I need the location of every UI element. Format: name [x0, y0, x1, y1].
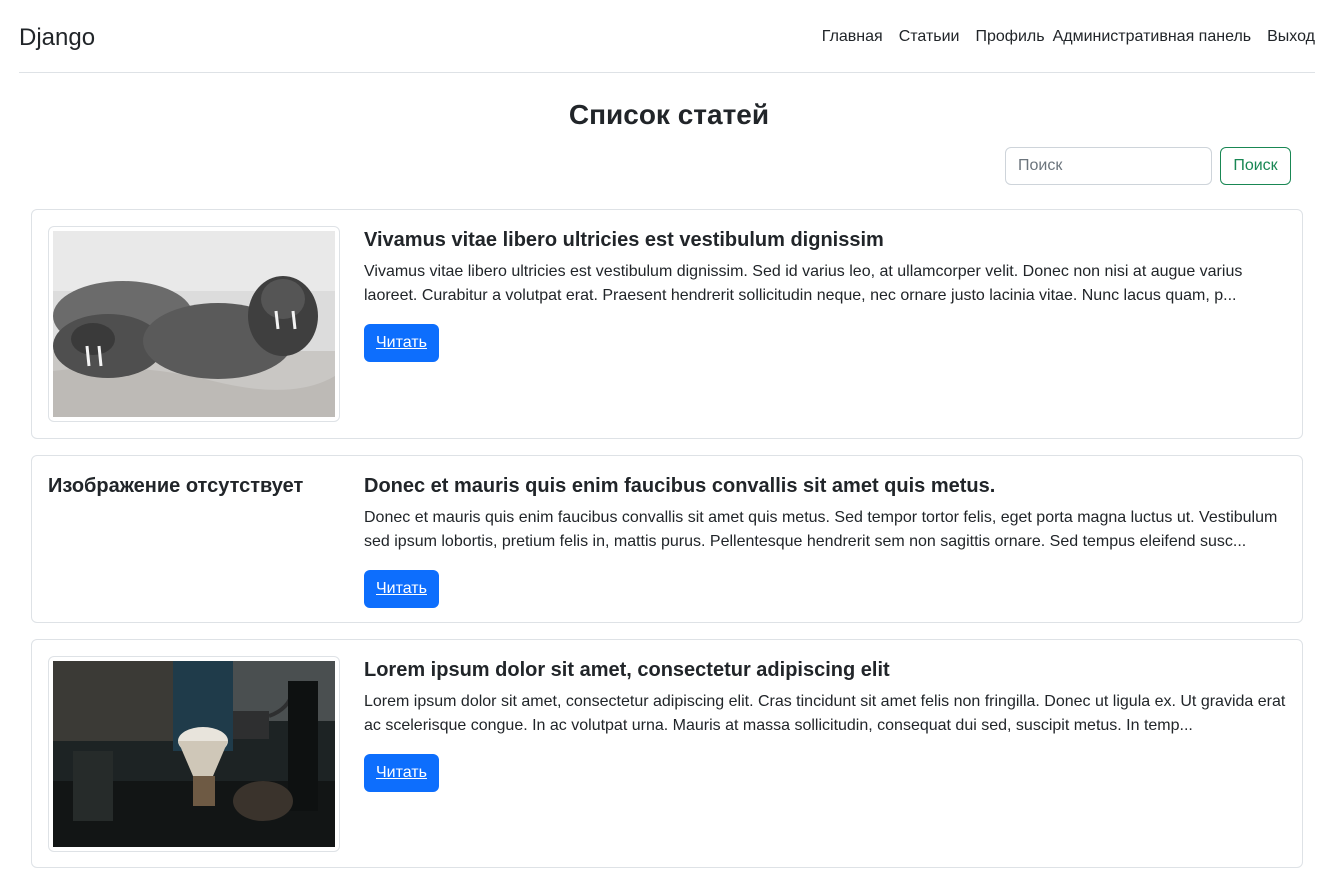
- article-title: Vivamus vitae libero ultricies est vesti…: [364, 229, 884, 251]
- article-body: Donec et mauris quis enim faucibus conva…: [364, 474, 1288, 608]
- walrus-image: [53, 231, 335, 417]
- read-button[interactable]: Читать: [364, 570, 439, 608]
- brand-link[interactable]: Django: [19, 24, 95, 52]
- nav-link-home[interactable]: Главная: [814, 27, 891, 47]
- nav-link-articles[interactable]: Статьии: [891, 27, 968, 47]
- search-form: Поиск: [1005, 147, 1291, 185]
- article-excerpt: Lorem ipsum dolor sit amet, consectetur …: [364, 693, 1286, 734]
- article-card: Lorem ipsum dolor sit amet, consectetur …: [31, 639, 1303, 868]
- nav-link-profile[interactable]: Профиль: [968, 27, 1049, 47]
- article-card: Изображение отсутствует Donec et mauris …: [31, 455, 1303, 623]
- article-excerpt: Vivamus vitae libero ultricies est vesti…: [364, 263, 1243, 304]
- read-button[interactable]: Читать: [364, 754, 439, 792]
- read-button[interactable]: Читать: [364, 324, 439, 362]
- search-button[interactable]: Поиск: [1220, 147, 1291, 185]
- article-title: Lorem ipsum dolor sit amet, consectetur …: [364, 659, 890, 681]
- article-thumbnail: [48, 226, 340, 422]
- page-title: Список статей: [568, 99, 770, 130]
- article-body: Lorem ipsum dolor sit amet, consectetur …: [364, 658, 1288, 792]
- nav-link-admin-panel[interactable]: Административная панель: [1049, 27, 1260, 47]
- nav-links: Главная Статьии Профиль Административная…: [814, 27, 1315, 47]
- navbar: Django Главная Статьии Профиль Администр…: [19, 0, 1315, 73]
- article-excerpt: Donec et mauris quis enim faucibus conva…: [364, 509, 1278, 550]
- article-card: Vivamus vitae libero ultricies est vesti…: [31, 209, 1303, 439]
- coffee-image: [53, 661, 335, 847]
- article-body: Vivamus vitae libero ultricies est vesti…: [364, 228, 1288, 362]
- article-thumbnail: [48, 656, 340, 852]
- article-title: Donec et mauris quis enim faucibus conva…: [364, 475, 996, 497]
- nav-link-logout[interactable]: Выход: [1259, 27, 1315, 47]
- no-image-label: Изображение отсутствует: [48, 475, 304, 497]
- search-input[interactable]: [1005, 147, 1212, 185]
